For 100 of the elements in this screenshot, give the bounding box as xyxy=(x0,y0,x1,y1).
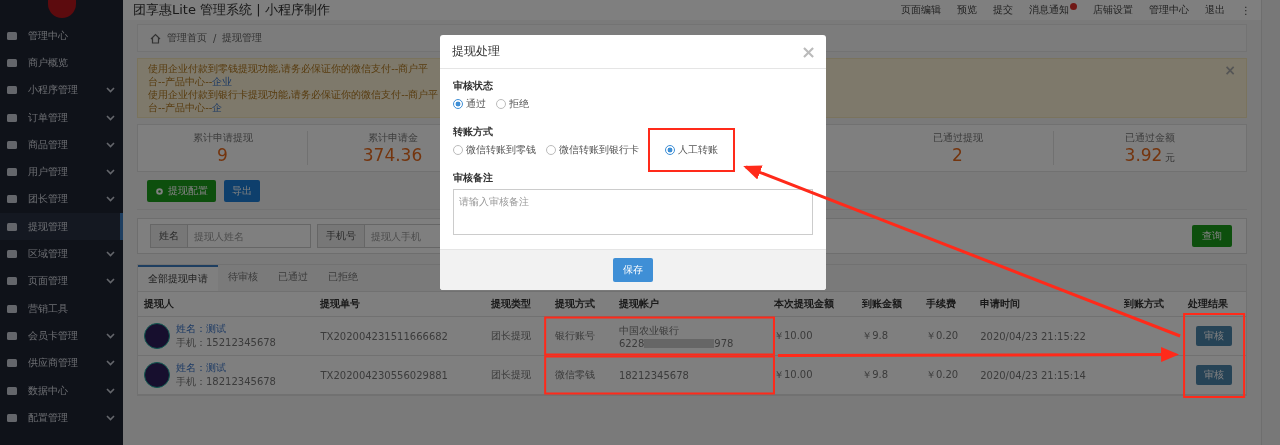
column-header: 提现人 xyxy=(144,298,174,309)
column-header: 到账方式 xyxy=(1124,298,1165,309)
column-header: 提现方式 xyxy=(555,298,596,309)
alert-text: 使用企业付款到银行卡提现功能,请务必保证你的微信支付--商户平台--产品中心--企 xyxy=(148,88,440,114)
remark-field[interactable]: 请输入审核备注 xyxy=(453,189,813,235)
menu-icon xyxy=(6,302,18,315)
radio-option[interactable]: 人工转账 xyxy=(665,143,718,157)
table-cell: 团长提现 xyxy=(491,330,532,341)
stat-label: 累计申请金 xyxy=(367,131,418,145)
save-button[interactable]: 保存 xyxy=(613,258,653,282)
menu-icon xyxy=(6,275,18,288)
app-title: 团享惠Lite 管理系统 | 小程序制作 xyxy=(133,1,330,19)
column-header: 处理结果 xyxy=(1188,298,1229,309)
table-cell: 6228 xyxy=(618,337,645,349)
menu-icon xyxy=(6,84,18,97)
table-cell: ￥9.8 xyxy=(862,369,889,380)
sidebar-item[interactable]: 用户管理 xyxy=(0,158,123,186)
column-header: 提现类型 xyxy=(491,298,532,309)
radio-option[interactable]: 通过 xyxy=(453,97,486,111)
table-cell: TX202004231511666682 xyxy=(320,330,448,342)
review-button[interactable]: 审核 xyxy=(1196,365,1233,385)
sidebar-item[interactable]: 配置管理 xyxy=(0,404,123,432)
header-link[interactable]: 退出 xyxy=(1205,3,1225,17)
menu-icon xyxy=(6,138,18,151)
redacted-block xyxy=(644,338,715,348)
breadcrumb-separator: / xyxy=(213,32,217,44)
column-header: 提现单号 xyxy=(320,298,361,309)
sidebar-item[interactable]: 营销工具 xyxy=(0,294,123,323)
menu-icon xyxy=(6,220,18,233)
alert-link[interactable]: 企业 xyxy=(212,76,233,87)
sidebar-item[interactable]: 商户概览 xyxy=(0,49,123,77)
stat-label: 累计申请提现 xyxy=(192,131,253,145)
phone-text: 手机：15212345678 xyxy=(176,336,276,350)
radio-option[interactable]: 拒绝 xyxy=(496,97,529,111)
stat-value: 2 xyxy=(952,145,963,165)
field-label: 转账方式 xyxy=(453,125,494,139)
column-header: 申请时间 xyxy=(980,298,1021,309)
alert-text: 使用企业付款到零钱提现功能,请务必保证你的微信支付--商户平台--产品中心--企业 xyxy=(148,62,430,88)
close-button[interactable]: × xyxy=(800,41,816,62)
column-header: 手续费 xyxy=(925,298,956,309)
header-link[interactable]: 管理中心 xyxy=(1149,3,1189,17)
field-label: 手机号 xyxy=(317,224,364,248)
header-link[interactable]: 消息通知 xyxy=(1029,3,1069,17)
table-cell: 2020/04/23 21:15:22 xyxy=(980,330,1086,342)
config-button[interactable]: 提现配置 xyxy=(147,180,216,202)
table-cell: 团长提现 xyxy=(491,369,532,380)
user-name-link[interactable]: 姓名：测试 xyxy=(176,322,276,336)
table-cell: TX202004230556029881 xyxy=(320,369,448,381)
table-cell: 2020/04/23 21:15:14 xyxy=(980,369,1086,381)
menu-icon xyxy=(6,111,18,124)
sidebar-item[interactable]: 小程序管理 xyxy=(0,76,123,104)
stat-value: 374.36 xyxy=(362,145,423,165)
radio-option[interactable]: 微信转账到零钱 xyxy=(453,143,536,157)
stat-unit: 元 xyxy=(1165,151,1176,165)
gear-icon xyxy=(155,186,164,196)
sidebar-item[interactable]: 提现管理 xyxy=(0,213,123,241)
review-button[interactable]: 审核 xyxy=(1196,326,1233,346)
sidebar-item[interactable]: 区域管理 xyxy=(0,240,123,268)
menu-icon xyxy=(6,411,18,424)
logo-icon xyxy=(47,0,76,18)
menu-icon xyxy=(6,329,18,342)
breadcrumb-link[interactable]: 管理首页 xyxy=(167,31,207,45)
stat-value: 3.92 xyxy=(1124,145,1163,165)
header-link[interactable]: 预览 xyxy=(957,3,977,17)
sidebar-item[interactable]: 供应商管理 xyxy=(0,349,123,377)
table-cell: ￥10.00 xyxy=(773,330,813,341)
avatar xyxy=(144,323,170,349)
radio-option[interactable]: 微信转账到银行卡 xyxy=(546,143,639,157)
sidebar-item[interactable]: 数据中心 xyxy=(0,376,123,405)
table-cell: ￥10.00 xyxy=(773,369,813,380)
sidebar-item[interactable]: 商品管理 xyxy=(0,131,123,159)
menu-icon xyxy=(6,193,18,206)
header-link[interactable]: 页面编辑 xyxy=(901,3,941,17)
header-link[interactable]: 店铺设置 xyxy=(1093,3,1133,17)
table-cell-text: 18212345678 xyxy=(618,369,690,381)
avatar xyxy=(144,362,170,388)
sidebar-item[interactable]: 订单管理 xyxy=(0,103,123,132)
export-button[interactable]: 导出 xyxy=(224,180,260,202)
table-cell-text: 中国农业银行 xyxy=(618,323,680,338)
field-label: 审核备注 xyxy=(453,171,494,185)
dialog-title: 提现处理 xyxy=(452,43,500,60)
header-link[interactable]: 提交 xyxy=(993,3,1013,17)
menu-icon xyxy=(6,357,18,370)
menu-icon xyxy=(6,166,18,179)
sidebar-item[interactable]: 会员卡管理 xyxy=(0,322,123,350)
column-header: 本次提现金额 xyxy=(773,298,834,309)
user-name-link[interactable]: 姓名：测试 xyxy=(176,361,276,375)
home-icon xyxy=(150,32,161,44)
menu-icon xyxy=(6,384,18,397)
search-button[interactable]: 查询 xyxy=(1192,225,1232,247)
menu-icon xyxy=(6,248,18,260)
field-label: 姓名 xyxy=(150,224,187,248)
sidebar-item[interactable]: 管理中心 xyxy=(0,22,123,50)
more-menu-button[interactable]: ⋮ xyxy=(1241,4,1251,16)
table-cell: 银行账号 xyxy=(555,330,596,341)
tab[interactable]: 全部提现申请 xyxy=(138,265,218,291)
table-cell: ￥0.20 xyxy=(925,330,959,341)
sidebar-item[interactable]: 页面管理 xyxy=(0,267,123,295)
alert-link[interactable]: 企 xyxy=(212,102,223,113)
breadcrumb-link[interactable]: 提现管理 xyxy=(222,31,263,45)
